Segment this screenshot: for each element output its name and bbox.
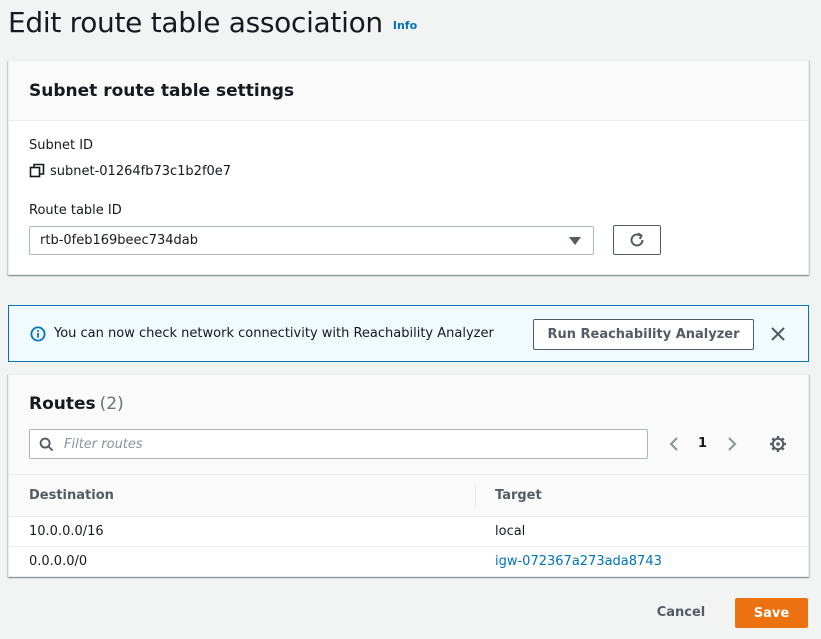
table-row: 10.0.0.0/16 local	[9, 517, 808, 547]
route-table-id-label: Route table ID	[29, 203, 122, 218]
routes-table-header: Destination Target	[9, 475, 808, 517]
run-reachability-analyzer-button[interactable]: Run Reachability Analyzer	[533, 319, 754, 350]
subnet-id-value-row: subnet-01264fb73c1b2f0e7	[29, 163, 231, 179]
routes-header: Routes (2) Filter routes 1	[9, 375, 808, 475]
column-divider	[475, 485, 476, 507]
refresh-button[interactable]	[613, 225, 661, 255]
flash-message: You can now check network connectivity w…	[54, 326, 494, 341]
caret-down-icon	[569, 237, 581, 245]
reachability-info-flash: You can now check network connectivity w…	[8, 305, 809, 362]
settings-header: Subnet route table settings	[9, 61, 808, 121]
column-header-target[interactable]: Target	[495, 488, 542, 503]
close-icon[interactable]	[769, 325, 787, 343]
title-row: Edit route table association Info	[8, 6, 417, 39]
destination-cell: 0.0.0.0/0	[29, 554, 88, 569]
routes-count: (2)	[99, 394, 124, 414]
info-circle-icon	[30, 326, 46, 342]
column-header-destination[interactable]: Destination	[29, 488, 114, 503]
target-link[interactable]: igw-072367a273ada8743	[495, 554, 662, 569]
settings-heading: Subnet route table settings	[29, 80, 295, 101]
destination-cell: 10.0.0.0/16	[29, 524, 104, 539]
search-icon	[39, 437, 54, 452]
table-row: 0.0.0.0/0 igw-072367a273ada8743	[9, 547, 808, 577]
routes-title: Routes (2)	[29, 394, 124, 414]
page: Edit route table association Info Subnet…	[0, 0, 821, 639]
refresh-icon	[630, 232, 644, 247]
filter-routes-input[interactable]: Filter routes	[29, 429, 648, 459]
cancel-button[interactable]: Cancel	[648, 598, 714, 627]
routes-panel: Routes (2) Filter routes 1 Destination T…	[8, 374, 809, 577]
chevron-left-icon[interactable]	[667, 435, 681, 453]
routes-title-text: Routes	[29, 394, 96, 414]
target-cell: local	[495, 524, 526, 539]
copy-icon[interactable]	[29, 163, 45, 179]
gear-icon[interactable]	[769, 435, 787, 453]
subnet-route-table-settings-panel: Subnet route table settings Subnet ID su…	[8, 60, 809, 275]
page-title: Edit route table association	[8, 6, 383, 39]
subnet-id-label: Subnet ID	[29, 138, 94, 153]
subnet-id-value: subnet-01264fb73c1b2f0e7	[50, 163, 232, 179]
save-button[interactable]: Save	[735, 598, 808, 628]
info-link[interactable]: Info	[393, 19, 417, 32]
route-table-select[interactable]: rtb-0feb169beec734dab	[29, 226, 594, 255]
route-table-select-value: rtb-0feb169beec734dab	[40, 233, 198, 248]
filter-placeholder: Filter routes	[64, 436, 143, 452]
chevron-right-icon[interactable]	[725, 435, 739, 453]
page-number[interactable]: 1	[698, 436, 707, 451]
